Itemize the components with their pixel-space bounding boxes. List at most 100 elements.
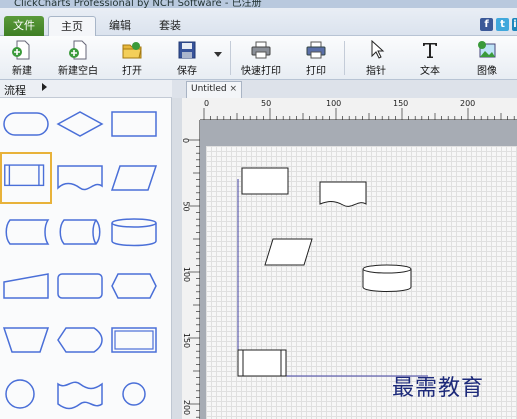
shape-category-selector[interactable]: 流程	[0, 80, 172, 98]
ribbon-tab-bar: 文件 主页 编辑 套装 f t in	[0, 8, 517, 36]
tab-file[interactable]: 文件	[4, 16, 44, 36]
rectangle-icon	[111, 111, 157, 137]
image-label: 图像	[477, 66, 497, 77]
diagram-data-parallelogram	[264, 238, 313, 266]
open-button[interactable]: 打开	[116, 38, 148, 78]
wave-tape-icon	[57, 381, 103, 410]
stored-data-shape[interactable]	[0, 206, 52, 258]
manual-input-icon	[3, 273, 49, 299]
hexagon-icon	[111, 273, 157, 299]
canvas-gutter	[172, 98, 182, 419]
save-dropdown-button[interactable]	[212, 38, 224, 78]
pointer-cursor-icon	[371, 40, 385, 59]
document-tab-title: Untitled	[191, 84, 227, 94]
printer-icon	[251, 41, 271, 59]
ruler-label-v150: 150	[182, 332, 192, 349]
diagram-document	[319, 181, 367, 207]
print-label: 打印	[306, 66, 326, 77]
pointer-button[interactable]: 指针	[360, 38, 392, 78]
shape-category-label: 流程	[4, 84, 26, 97]
ruler-label-h50: 50	[261, 99, 272, 108]
expand-arrow-icon	[42, 83, 47, 91]
terminator-icon	[3, 112, 49, 136]
floppy-disk-icon	[178, 41, 196, 59]
data-shape[interactable]	[108, 152, 160, 204]
ruler-label-h100: 100	[326, 99, 342, 108]
text-button[interactable]: 文本	[414, 38, 446, 78]
ruler-label-v100: 100	[182, 266, 192, 283]
quick-print-button[interactable]: 快速打印	[236, 38, 286, 78]
ruler-label-h150: 150	[393, 99, 409, 108]
display-icon	[57, 327, 103, 353]
alternate-process-shape[interactable]	[54, 260, 106, 312]
toolbar-separator	[344, 41, 345, 75]
diagram-database	[362, 264, 412, 292]
facebook-icon[interactable]: f	[480, 18, 493, 31]
document-tab[interactable]: Untitled ×	[186, 81, 242, 98]
toolbar: 新建 新建空白 打开 保存 快速打印 打印 指针 文本 图像	[0, 36, 517, 80]
document-icon	[57, 165, 103, 191]
window-title: ClickCharts Professional by NCH Software…	[14, 0, 262, 8]
ruler-label-h0: 0	[204, 99, 210, 108]
print-icon	[306, 41, 326, 59]
quick-print-label: 快速打印	[241, 66, 281, 77]
direct-data-icon	[59, 219, 101, 245]
tab-edit[interactable]: 编辑	[100, 16, 140, 36]
open-label: 打开	[122, 66, 142, 77]
tab-suite[interactable]: 套装	[148, 16, 192, 36]
rounded-rectangle-icon	[57, 273, 103, 299]
chevron-down-icon	[214, 52, 222, 57]
pointer-label: 指针	[366, 66, 386, 77]
trapezoid-icon	[2, 327, 50, 353]
decision-shape[interactable]	[54, 98, 106, 150]
manual-input-shape[interactable]	[0, 260, 52, 312]
clickcharts-window: ClickCharts Professional by NCH Software…	[0, 0, 517, 419]
new-blank-label: 新建空白	[58, 66, 98, 77]
new-document-icon	[12, 40, 30, 60]
circle-icon	[5, 379, 35, 409]
new-blank-icon	[69, 40, 87, 60]
ruler-corner	[182, 98, 200, 120]
ruler-label-h200: 200	[460, 99, 476, 108]
punched-tape-shape[interactable]	[54, 368, 106, 419]
database-shape[interactable]	[108, 206, 160, 258]
document-shape[interactable]	[54, 152, 106, 204]
direct-data-shape[interactable]	[54, 206, 106, 258]
text-label: 文本	[420, 66, 440, 77]
tab-home[interactable]: 主页	[48, 16, 96, 36]
image-button[interactable]: 图像	[470, 38, 504, 78]
terminator-shape[interactable]	[0, 98, 52, 150]
predefined-process-icon	[4, 164, 45, 187]
predefined-process-shape[interactable]	[0, 152, 52, 204]
save-button[interactable]: 保存	[172, 38, 202, 78]
twitter-icon[interactable]: t	[496, 18, 509, 31]
cylinder-icon	[111, 218, 157, 247]
ruler-label-v200: 200	[182, 399, 192, 416]
image-icon	[478, 41, 496, 58]
shape-library	[0, 98, 172, 419]
vertical-ruler: 0 50 100 150 200	[181, 120, 200, 419]
linkedin-icon[interactable]: in	[512, 18, 517, 31]
diamond-icon	[56, 111, 104, 137]
text-tool-icon	[423, 43, 437, 58]
diagram-process-box	[241, 167, 289, 195]
new-button[interactable]: 新建	[4, 38, 40, 78]
subroutine-shape[interactable]	[108, 314, 160, 366]
connector-shape[interactable]	[0, 368, 52, 419]
parallelogram-icon	[110, 165, 158, 191]
document-tab-bar: Untitled ×	[172, 80, 517, 98]
manual-operation-shape[interactable]	[0, 314, 52, 366]
small-connector-shape[interactable]	[108, 368, 160, 419]
display-shape[interactable]	[54, 314, 106, 366]
print-button[interactable]: 打印	[300, 38, 332, 78]
small-circle-icon	[122, 382, 146, 406]
close-tab-icon[interactable]: ×	[229, 82, 237, 97]
title-bar: ClickCharts Professional by NCH Software…	[0, 0, 517, 8]
preparation-shape[interactable]	[108, 260, 160, 312]
stored-data-icon	[5, 219, 50, 245]
diagram-predefined-process	[237, 349, 287, 377]
process-shape[interactable]	[108, 98, 160, 150]
new-label: 新建	[12, 66, 32, 77]
new-blank-button[interactable]: 新建空白	[52, 38, 104, 78]
open-folder-icon	[122, 42, 142, 59]
